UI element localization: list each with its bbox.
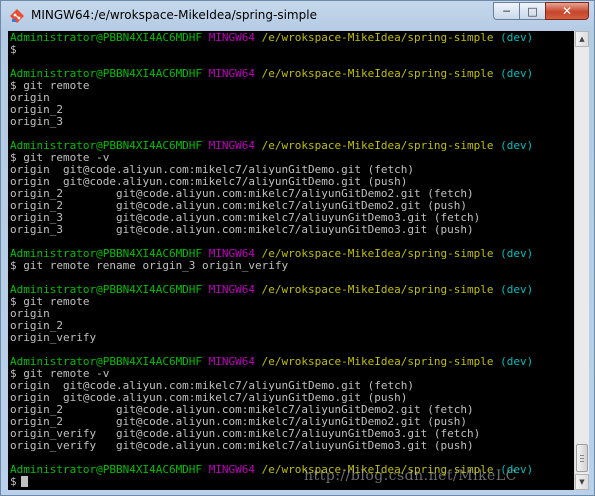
prompt-branch: (dev) xyxy=(500,283,534,296)
prompt-system: MINGW64 xyxy=(208,139,256,152)
output-text: origin_3 xyxy=(10,115,63,128)
output-line: origin_3 git@code.aliyun.com:mikelc7/ali… xyxy=(10,224,533,236)
prompt-branch: (dev) xyxy=(500,139,534,152)
title-bar[interactable]: MINGW64:/e/wrokspace-MikeIdea/spring-sim… xyxy=(1,1,594,31)
output-text: origin_3 git@code.aliyun.com:mikelc7/ali… xyxy=(10,223,474,236)
prompt-branch: (dev) xyxy=(500,67,534,80)
maximize-icon: □ xyxy=(527,4,538,18)
close-button[interactable]: ✕ xyxy=(545,2,589,20)
command-text: $ git remote rename origin_3 origin_veri… xyxy=(10,259,289,272)
command-line: $ git remote rename origin_3 origin_veri… xyxy=(10,260,533,272)
maximize-button[interactable]: □ xyxy=(519,2,545,20)
prompt-branch: (dev) xyxy=(500,247,534,260)
output-line: origin_verify xyxy=(10,332,533,344)
output-line: origin xyxy=(10,308,533,320)
vertical-scrollbar[interactable]: ▲ ▼ xyxy=(574,31,589,490)
output-line: origin_3 xyxy=(10,116,533,128)
command-line: $ git remote xyxy=(10,80,533,92)
output-line: origin_verify git@code.aliyun.com:mikelc… xyxy=(10,440,533,452)
terminal-window: MINGW64:/e/wrokspace-MikeIdea/spring-sim… xyxy=(0,0,595,496)
command-line: $ git remote xyxy=(10,296,533,308)
chevron-down-icon: ▼ xyxy=(579,478,585,486)
prompt-system: MINGW64 xyxy=(208,283,256,296)
prompt-line: Administrator@PBBN4XI4AC6MDHF MINGW64 /e… xyxy=(10,32,533,44)
prompt-path: /e/wrokspace-MikeIdea/spring-simple xyxy=(261,139,494,152)
prompt-user-host: Administrator@PBBN4XI4AC6MDHF xyxy=(10,31,203,44)
chevron-up-icon: ▲ xyxy=(579,35,585,43)
prompt-path: /e/wrokspace-MikeIdea/spring-simple xyxy=(261,283,494,296)
window-controls: ─ □ ✕ xyxy=(493,2,589,22)
prompt-system: MINGW64 xyxy=(208,31,256,44)
command-line: $ xyxy=(10,44,533,56)
command-text: $ xyxy=(10,475,17,488)
prompt-branch: (dev) xyxy=(500,355,534,368)
prompt-system: MINGW64 xyxy=(208,355,256,368)
terminal-output[interactable]: Administrator@PBBN4XI4AC6MDHF MINGW64 /e… xyxy=(8,31,574,490)
output-text: origin_verify git@code.aliyun.com:mikelc… xyxy=(10,439,474,452)
output-text: origin_verify xyxy=(10,331,97,344)
terminal-lines: Administrator@PBBN4XI4AC6MDHF MINGW64 /e… xyxy=(10,32,533,488)
prompt-system: MINGW64 xyxy=(208,463,256,476)
git-bash-icon xyxy=(10,9,24,23)
minimize-icon: ─ xyxy=(503,4,510,18)
watermark-text: http://blog.csdn.net/MikeLC xyxy=(304,468,517,484)
prompt-path: /e/wrokspace-MikeIdea/spring-simple xyxy=(261,67,494,80)
close-icon: ✕ xyxy=(561,4,573,18)
prompt-path: /e/wrokspace-MikeIdea/spring-simple xyxy=(261,31,494,44)
prompt-user-host: Administrator@PBBN4XI4AC6MDHF xyxy=(10,463,203,476)
scroll-thumb[interactable] xyxy=(576,444,588,472)
prompt-system: MINGW64 xyxy=(208,67,256,80)
scroll-down-button[interactable]: ▼ xyxy=(575,474,589,490)
cursor-block xyxy=(20,476,28,487)
minimize-button[interactable]: ─ xyxy=(493,2,519,20)
prompt-path: /e/wrokspace-MikeIdea/spring-simple xyxy=(261,355,494,368)
command-text: $ xyxy=(10,43,17,56)
window-title: MINGW64:/e/wrokspace-MikeIdea/spring-sim… xyxy=(31,8,317,22)
prompt-path: /e/wrokspace-MikeIdea/spring-simple xyxy=(261,247,494,260)
scroll-up-button[interactable]: ▲ xyxy=(575,31,589,47)
prompt-branch: (dev) xyxy=(500,31,534,44)
output-line: origin_2 xyxy=(10,104,533,116)
output-line: origin xyxy=(10,92,533,104)
